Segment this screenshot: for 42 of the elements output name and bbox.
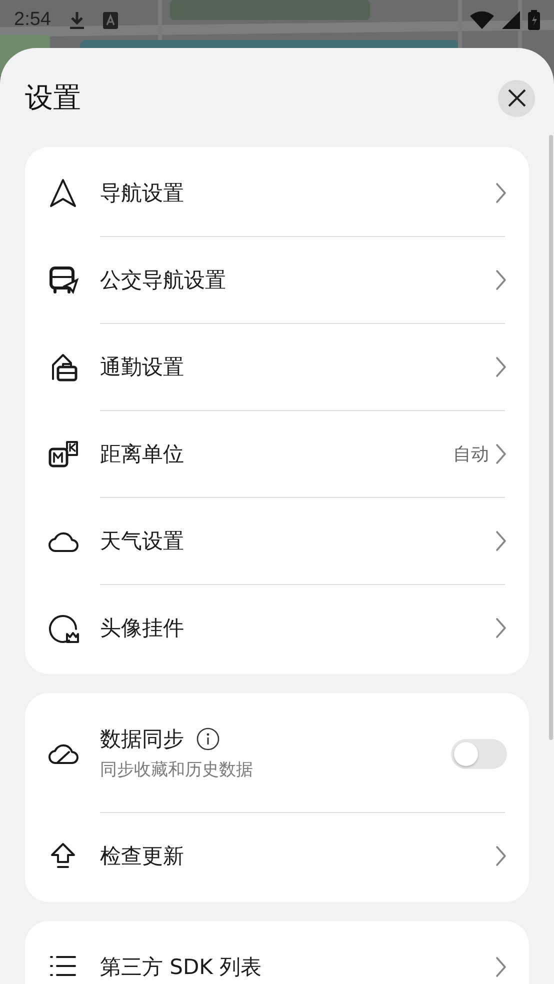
settings-row[interactable]: 数据同步 同步收藏和历史数据 [25, 696, 529, 812]
chevron-right-icon [495, 845, 507, 867]
chevron-right-icon [495, 269, 507, 291]
info-icon[interactable] [196, 727, 220, 752]
close-icon [506, 88, 526, 108]
sheet-title: 设置 [25, 80, 81, 116]
row-value: 自动 [453, 443, 489, 466]
metric-unit-icon [47, 438, 79, 470]
close-button[interactable] [498, 80, 535, 116]
row-label: 距离单位 [100, 442, 184, 466]
row-label: 第三方 SDK 列表 [100, 954, 262, 980]
row-label: 通勤设置 [100, 354, 184, 380]
chevron-right-icon [495, 530, 507, 552]
wifi-icon [470, 11, 494, 29]
row-subtitle: 同步收藏和历史数据 [100, 758, 254, 781]
battery-icon [528, 10, 540, 30]
row-label: 公交导航设置 [100, 268, 226, 292]
settings-row[interactable]: 检查更新 [25, 813, 529, 899]
chevron-right-icon [495, 182, 507, 204]
avatar-crown-icon [47, 612, 79, 644]
chevron-right-icon [495, 356, 507, 378]
settings-row[interactable]: 天气设置 [25, 498, 529, 584]
row-label: 检查更新 [100, 844, 184, 868]
chevron-right-icon [495, 956, 507, 978]
row-label: 天气设置 [100, 528, 184, 554]
settings-row[interactable]: 导航设置 [25, 150, 529, 236]
sync-switch[interactable] [451, 739, 507, 769]
row-label: 数据同步 [100, 727, 184, 752]
settings-row[interactable]: 头像挂件 [25, 585, 529, 671]
chevron-right-icon [495, 617, 507, 639]
settings-row[interactable]: 第三方 SDK 列表 [25, 924, 529, 984]
navigation-arrow-icon [47, 177, 79, 209]
signal-icon [502, 11, 520, 29]
bus-icon [47, 264, 79, 296]
download-icon [68, 11, 85, 29]
chevron-right-icon [495, 443, 507, 465]
row-label: 导航设置 [100, 180, 184, 206]
settings-row[interactable]: 距离单位 自动 [25, 411, 529, 497]
row-label: 头像挂件 [100, 616, 184, 640]
settings-row[interactable]: 通勤设置 [25, 324, 529, 410]
status-time: 2:54 [14, 9, 51, 31]
settings-row[interactable]: 公交导航设置 [25, 237, 529, 323]
